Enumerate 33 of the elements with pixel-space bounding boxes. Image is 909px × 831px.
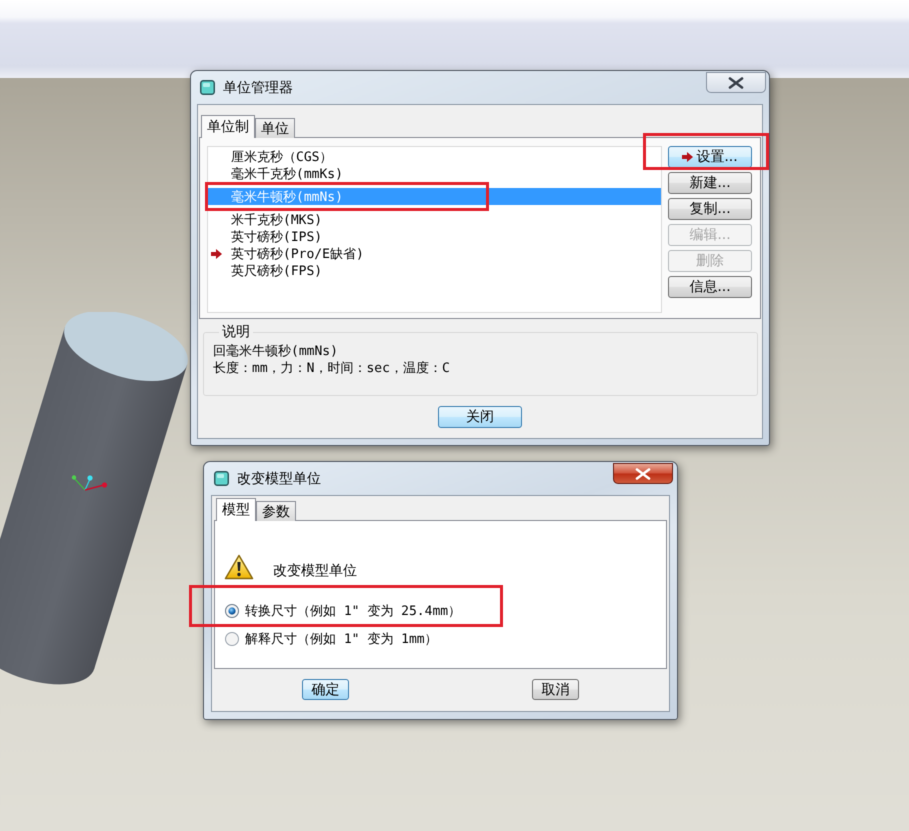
description-text: 长度：mm，力：N，时间：sec，温度：C — [213, 360, 450, 377]
action-button[interactable]: 信息... — [668, 276, 752, 298]
list-item[interactable]: 英寸磅秒(Pro/E缺省) — [208, 245, 661, 262]
list-item[interactable]: 英尺磅秒(FPS) — [208, 262, 661, 279]
tab[interactable]: 参数 — [256, 501, 296, 521]
window-title: 改变模型单位 — [237, 470, 321, 488]
window-title: 单位管理器 — [223, 78, 293, 96]
close-icon — [635, 468, 651, 480]
action-button[interactable]: 复制... — [668, 198, 752, 220]
tab[interactable]: 单位 — [255, 118, 295, 138]
list-item[interactable]: 厘米克秒（CGS） — [208, 148, 661, 165]
close-button[interactable] — [706, 72, 766, 93]
tab[interactable]: 单位制 — [201, 115, 255, 138]
message-text: 改变模型单位 — [273, 562, 357, 580]
cube-icon — [200, 80, 215, 95]
group-label: 说明 — [221, 323, 251, 341]
tab[interactable]: 模型 — [216, 498, 256, 521]
description-text: 回毫米牛顿秒(mmNs) — [213, 343, 338, 360]
close-dialog-button[interactable]: 关闭 — [438, 406, 522, 428]
axis-triad-icon — [70, 474, 108, 492]
list-item[interactable]: 米千克秒(MKS) — [208, 211, 661, 228]
close-button[interactable] — [613, 463, 673, 484]
action-button[interactable]: 设置... — [668, 146, 752, 168]
close-icon — [728, 76, 744, 88]
radio-option[interactable]: 转换尺寸（例如 1" 变为 25.4mm） — [225, 602, 462, 620]
warning-icon — [224, 554, 254, 580]
list-item[interactable]: 英寸磅秒(IPS) — [208, 228, 661, 245]
ok-button[interactable]: 确定 — [302, 679, 349, 700]
list-item[interactable]: 毫米千克秒(mmKs) — [208, 165, 661, 182]
cube-icon — [214, 471, 229, 486]
radio-option[interactable]: 解释尺寸（例如 1" 变为 1mm） — [225, 630, 438, 648]
cancel-button[interactable]: 取消 — [532, 679, 579, 700]
action-button[interactable]: 新建... — [668, 172, 752, 194]
